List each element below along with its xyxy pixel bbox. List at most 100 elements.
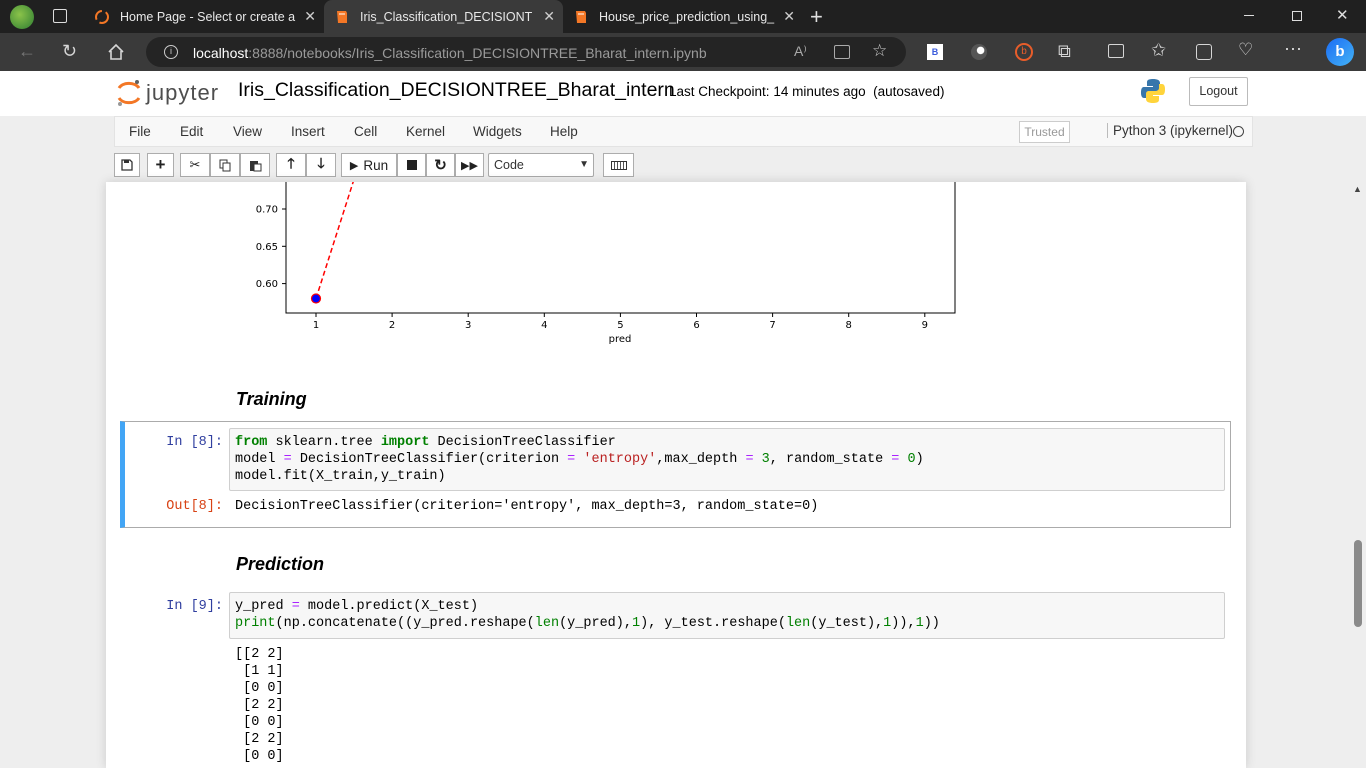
output-prompt: Out[8]: — [166, 499, 223, 514]
extensions-puzzle-icon[interactable]: ⧉ — [1058, 41, 1071, 62]
plot-output: 0.70 0.65 0.60 1 2 3 4 5 6 7 8 9 pred — [256, 182, 956, 345]
performance-heart-icon[interactable]: ♡ — [1238, 40, 1253, 60]
menu-widgets[interactable]: Widgets — [473, 124, 522, 139]
read-aloud-icon[interactable]: A⁾ — [794, 43, 807, 60]
favorites-icon[interactable]: ✩ — [1151, 40, 1166, 61]
close-tab-icon[interactable]: ✕ — [783, 8, 795, 25]
cell-type-select[interactable]: Code ▼ — [488, 153, 594, 177]
home-icon[interactable] — [107, 43, 125, 61]
bing-copilot-icon[interactable]: b — [1326, 38, 1354, 66]
input-prompt: In [9]: — [166, 599, 223, 614]
tab-label: House_price_prediction_using_Lir — [599, 9, 775, 24]
jupyter-favicon-icon — [95, 9, 109, 24]
cell-type-value: Code — [494, 158, 524, 172]
x-tick-label: 8 — [846, 320, 852, 331]
code-editor[interactable]: y_pred = model.predict(X_test) print(np.… — [229, 592, 1225, 639]
plot-axes-frame — [285, 182, 956, 314]
back-icon[interactable]: ← — [18, 41, 36, 61]
scroll-up-icon[interactable]: ▲ — [1353, 184, 1362, 194]
kernel-status-indicator — [1233, 126, 1244, 137]
notebook-title[interactable]: Iris_Classification_DECISIONTREE_Bharat_… — [238, 79, 675, 102]
x-axis-label: pred — [609, 334, 632, 345]
tab-house-price[interactable]: House_price_prediction_using_Lir ✕ — [563, 0, 803, 33]
move-up-button[interactable]: 🡑 — [276, 153, 306, 177]
restart-run-all-button[interactable]: ▶▶ — [455, 153, 484, 177]
y-tick-label: 0.65 — [256, 242, 278, 253]
restart-icon: ↻ — [434, 157, 447, 174]
cell-output-text: DecisionTreeClassifier(criterion='entrop… — [235, 499, 819, 514]
autosave-status: (autosaved) — [873, 84, 945, 99]
paste-button[interactable] — [240, 153, 270, 177]
close-tab-icon[interactable]: ✕ — [543, 8, 555, 25]
tab-iris-notebook[interactable]: Iris_Classification_DECISIONTRE ✕ — [324, 0, 563, 33]
save-icon — [121, 159, 133, 171]
scissors-icon: ✂ — [189, 157, 201, 172]
restore-icon[interactable] — [1292, 11, 1302, 21]
logout-button[interactable]: Logout — [1189, 77, 1248, 106]
y-tick-label: 0.60 — [256, 279, 278, 290]
site-info-icon[interactable]: i — [164, 45, 178, 59]
page-scrollbar[interactable]: ▲ — [1350, 182, 1366, 768]
menu-view[interactable]: View — [233, 124, 262, 139]
menu-kernel[interactable]: Kernel — [406, 124, 445, 139]
url-field[interactable]: i localhost:8888/notebooks/Iris_Classifi… — [146, 37, 906, 67]
split-screen-icon[interactable] — [1108, 44, 1124, 58]
move-down-button[interactable]: 🡓 — [306, 153, 336, 177]
code-editor[interactable]: from sklearn.tree import DecisionTreeCla… — [229, 428, 1225, 491]
chevron-down-icon: ▼ — [579, 159, 589, 170]
collections-icon[interactable] — [1196, 44, 1212, 60]
refresh-icon[interactable]: ↻ — [62, 41, 77, 61]
tab-actions-icon[interactable] — [53, 9, 67, 23]
extension-dots-icon[interactable] — [971, 44, 987, 60]
cut-button[interactable]: ✂ — [180, 153, 210, 177]
series-line — [315, 182, 354, 299]
menu-insert[interactable]: Insert — [291, 124, 325, 139]
browser-address-bar: ← ↻ i localhost:8888/notebooks/Iris_Clas… — [0, 33, 1366, 71]
fast-forward-icon: ▶▶ — [461, 159, 478, 172]
copy-button[interactable] — [210, 153, 240, 177]
arrow-down-icon: 🡓 — [317, 155, 325, 171]
extension-b-icon[interactable]: B — [927, 44, 943, 60]
command-palette-button[interactable] — [603, 153, 634, 177]
close-window-icon[interactable]: ✕ — [1336, 6, 1349, 24]
x-tick-label: 1 — [313, 320, 319, 331]
extension-brave-icon[interactable]: b — [1015, 43, 1033, 61]
close-tab-icon[interactable]: ✕ — [304, 8, 316, 25]
tab-label: Iris_Classification_DECISIONTRE — [360, 9, 532, 24]
play-icon: ▶ — [349, 159, 359, 172]
notebook-menu-bar: File Edit View Insert Cell Kernel Widget… — [114, 116, 1253, 147]
new-tab-icon[interactable]: + — [810, 4, 823, 30]
kernel-name[interactable]: Python 3 (ipykernel) — [1107, 123, 1233, 138]
more-menu-icon[interactable]: ⋯ — [1284, 39, 1302, 60]
browser-profile-icon[interactable] — [10, 5, 34, 29]
x-tick-label: 9 — [922, 320, 928, 331]
x-tick-label: 7 — [769, 320, 775, 331]
scrollbar-thumb[interactable] — [1354, 540, 1362, 627]
interrupt-button[interactable] — [397, 153, 426, 177]
menu-edit[interactable]: Edit — [180, 124, 203, 139]
immersive-reader-icon[interactable] — [834, 45, 850, 59]
arrow-up-icon: 🡑 — [287, 155, 295, 171]
restart-button[interactable]: ↻ — [426, 153, 455, 177]
data-point — [310, 293, 322, 304]
jupyter-logo[interactable]: jupyter — [116, 78, 219, 108]
checkpoint-status: Last Checkpoint: 14 minutes ago (autosav… — [669, 84, 944, 99]
code-source: y_pred = model.predict(X_test) print(np.… — [235, 599, 940, 631]
tab-home-page[interactable]: Home Page - Select or create a n ✕ — [84, 0, 324, 33]
browser-tab-bar: Home Page - Select or create a n ✕ Iris_… — [0, 0, 1366, 33]
run-button[interactable]: ▶ Run — [341, 153, 397, 177]
trusted-indicator[interactable]: Trusted — [1019, 121, 1070, 143]
menu-cell[interactable]: Cell — [354, 124, 377, 139]
jupyter-logo-text: jupyter — [146, 80, 220, 105]
menu-help[interactable]: Help — [550, 124, 578, 139]
save-button[interactable] — [114, 153, 140, 177]
x-tick-label: 5 — [617, 320, 623, 331]
menu-file[interactable]: File — [129, 124, 151, 139]
favorite-star-icon[interactable]: ☆ — [872, 41, 887, 61]
insert-cell-button[interactable]: + — [147, 153, 174, 177]
training-heading: Training — [236, 389, 307, 409]
checkpoint-label: Last Checkpoint: — [669, 84, 770, 99]
stop-icon — [406, 160, 417, 170]
minimize-icon[interactable] — [1244, 15, 1254, 16]
url-host: localhost — [193, 45, 249, 61]
